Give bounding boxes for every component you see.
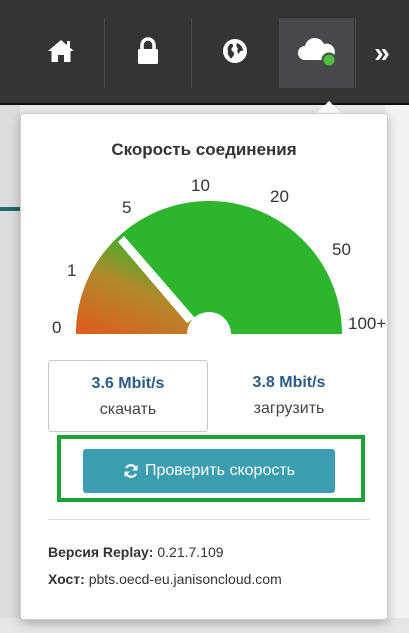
toolbar-more-button[interactable]: » [362, 18, 402, 88]
speed-gauge: 0 1 5 10 20 50 100+ [52, 176, 386, 337]
gauge-tick-label: 0 [52, 318, 61, 337]
toolbar-separator [104, 18, 105, 88]
gauge-tick-label: 100+ [348, 314, 386, 333]
version-info: Версия Replay: 0.21.7.109 [48, 544, 224, 560]
toolbar: » [0, 0, 409, 105]
check-speed-label: Проверить скорость [145, 462, 295, 479]
toolbar-separator [355, 18, 356, 88]
connection-speed-popup: Скорость соединения 0 1 5 10 20 50 100+ … [20, 113, 388, 620]
home-icon [46, 38, 76, 69]
gauge-tick-label: 10 [191, 176, 210, 195]
lock-icon [137, 36, 159, 70]
toolbar-home-button[interactable] [32, 18, 90, 88]
cloud-status-icon [296, 36, 338, 71]
toolbar-lock-button[interactable] [118, 18, 178, 88]
double-chevron-right-icon: » [374, 37, 390, 68]
upload-label: загрузить [253, 400, 325, 417]
gauge-tick-label: 1 [67, 261, 76, 280]
gauge-tick-label: 5 [122, 198, 131, 217]
toolbar-cloud-status-button[interactable] [280, 18, 354, 88]
check-speed-button[interactable]: Проверить скорость [83, 449, 335, 493]
background-divider-left [0, 207, 20, 211]
refresh-icon [123, 463, 139, 479]
download-stat: 3.6 Mbit/s скачать [48, 360, 208, 432]
gauge-tick-label: 50 [332, 240, 351, 259]
download-label: скачать [99, 401, 157, 418]
version-value: 0.21.7.109 [157, 544, 224, 560]
toolbar-globe-button[interactable] [205, 18, 265, 88]
background-app-right [386, 105, 409, 633]
host-value: pbts.oecd-eu.janisoncloud.com [88, 571, 282, 587]
toolbar-separator [191, 18, 192, 88]
host-info: Хост: pbts.oecd-eu.janisoncloud.com [48, 571, 282, 587]
gauge-tick-label: 20 [270, 187, 289, 206]
download-value: 3.6 Mbit/s [91, 375, 165, 392]
upload-stat: 3.8 Mbit/s загрузить [210, 360, 368, 430]
globe-icon [222, 38, 248, 69]
host-label: Хост: [48, 571, 85, 587]
version-label: Версия Replay: [48, 544, 154, 560]
upload-value: 3.8 Mbit/s [252, 374, 326, 391]
divider [48, 519, 370, 520]
background-app-bottom [0, 618, 409, 633]
